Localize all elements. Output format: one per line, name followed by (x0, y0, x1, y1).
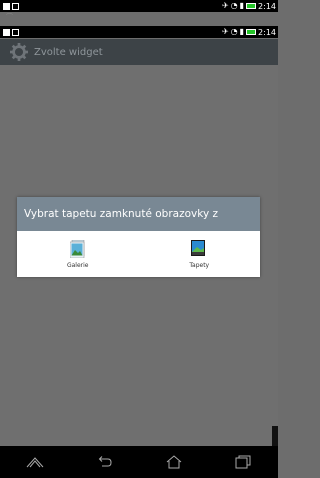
page-title: Zvolte widget (34, 46, 103, 58)
notification-icon (12, 28, 19, 36)
wallpaper-icon (191, 239, 206, 256)
wifi-icon: ◔ (230, 27, 238, 36)
back-button[interactable] (92, 453, 116, 471)
gear-icon[interactable] (10, 43, 28, 61)
mute-icon: ✈ (221, 27, 229, 36)
signal-icon: ▮ (239, 1, 245, 10)
signal-icon: ▮ (239, 27, 245, 36)
battery-icon (246, 29, 257, 35)
app-header: Zvolte widget (0, 39, 278, 65)
battery-icon (246, 3, 257, 9)
dialog-title: Vybrat tapetu zamknuté obrazovky z (17, 197, 260, 231)
wifi-icon: ◔ (230, 1, 238, 10)
back-icon (99, 456, 112, 467)
option-gallery[interactable]: Galerie (17, 231, 139, 277)
wallpaper-source-dialog: Vybrat tapetu zamknuté obrazovky z Galer… (17, 197, 260, 277)
notification-icon (12, 2, 19, 10)
apps-icon (26, 457, 44, 468)
mute-icon: ✈ (221, 1, 229, 10)
status-bar-top: ✈ ◔ ▮ 2:14 (0, 0, 278, 12)
recents-button[interactable] (231, 453, 255, 471)
option-wallpapers[interactable]: Tapety (139, 231, 261, 277)
option-label: Galerie (66, 261, 89, 269)
clock: 2:14 (258, 1, 276, 11)
option-label: Tapety (189, 261, 210, 269)
dialog-options: Galerie Tapety (17, 231, 260, 277)
status-bar: ✈ ◔ ▮ 2:14 (0, 26, 278, 38)
gallery-icon (69, 239, 84, 258)
clock: 2:14 (258, 27, 276, 37)
notification-icon (3, 2, 10, 10)
apps-button[interactable] (23, 453, 47, 471)
home-button[interactable] (162, 453, 186, 471)
notification-icon (3, 28, 10, 36)
handle-icon: ⌒ (6, 13, 13, 21)
navigation-bar (0, 446, 278, 478)
edge-element (272, 426, 278, 446)
home-icon (166, 455, 182, 469)
recents-icon (235, 455, 251, 469)
